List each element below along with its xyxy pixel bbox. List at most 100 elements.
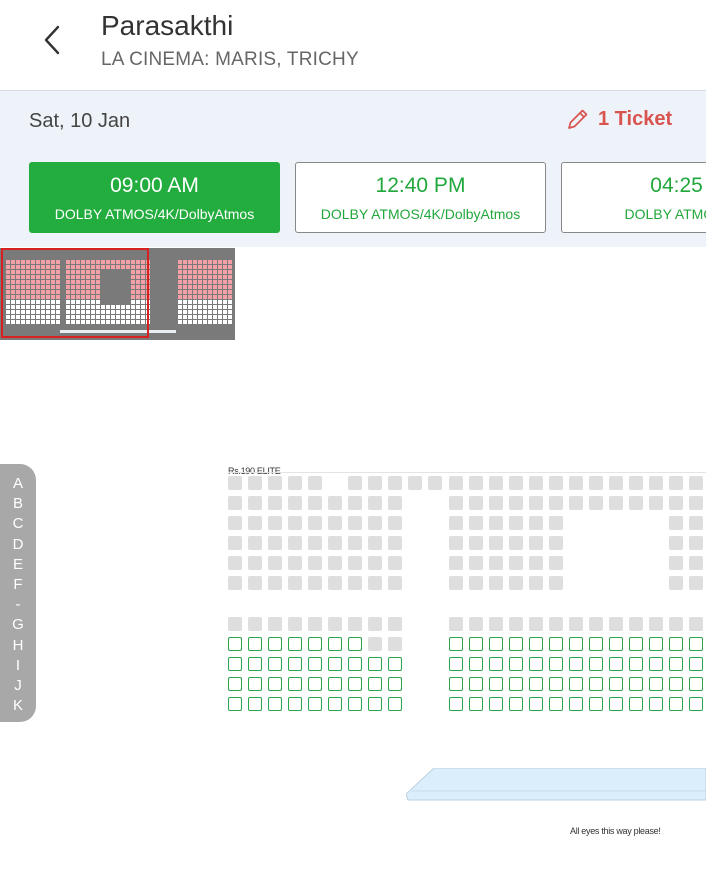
available-seat[interactable] <box>449 637 463 651</box>
seat-minimap[interactable] <box>0 248 235 340</box>
available-seat[interactable] <box>529 657 543 671</box>
available-seat[interactable] <box>248 677 262 691</box>
available-seat[interactable] <box>268 677 282 691</box>
available-seat[interactable] <box>569 697 583 711</box>
available-seat[interactable] <box>308 637 322 651</box>
available-seat[interactable] <box>368 677 382 691</box>
available-seat[interactable] <box>549 697 563 711</box>
available-seat[interactable] <box>669 697 683 711</box>
available-seat[interactable] <box>669 677 683 691</box>
available-seat[interactable] <box>609 637 623 651</box>
available-seat[interactable] <box>348 697 362 711</box>
minimap-seat <box>203 315 207 319</box>
available-seat[interactable] <box>529 697 543 711</box>
minimap-seat <box>213 285 217 289</box>
available-seat[interactable] <box>449 697 463 711</box>
available-seat[interactable] <box>268 637 282 651</box>
available-seat[interactable] <box>569 637 583 651</box>
available-seat[interactable] <box>589 677 603 691</box>
available-seat[interactable] <box>308 657 322 671</box>
available-seat[interactable] <box>529 677 543 691</box>
available-seat[interactable] <box>248 637 262 651</box>
available-seat[interactable] <box>649 637 663 651</box>
edit-ticket-count-button[interactable]: 1 Ticket <box>566 107 672 131</box>
available-seat[interactable] <box>288 677 302 691</box>
available-seat[interactable] <box>308 677 322 691</box>
available-seat[interactable] <box>228 697 242 711</box>
available-seat[interactable] <box>328 657 342 671</box>
available-seat[interactable] <box>569 677 583 691</box>
available-seat[interactable] <box>489 637 503 651</box>
showtime-card[interactable]: 09:00 AM DOLBY ATMOS/4K/DolbyAtmos <box>29 162 280 233</box>
minimap-seat <box>188 305 192 309</box>
available-seat[interactable] <box>629 637 643 651</box>
available-seat[interactable] <box>669 657 683 671</box>
available-seat[interactable] <box>609 697 623 711</box>
available-seat[interactable] <box>669 637 683 651</box>
available-seat[interactable] <box>609 657 623 671</box>
available-seat[interactable] <box>248 697 262 711</box>
minimap-viewport-frame[interactable] <box>1 248 149 338</box>
available-seat[interactable] <box>328 677 342 691</box>
available-seat[interactable] <box>649 677 663 691</box>
sold-seat <box>669 617 683 631</box>
available-seat[interactable] <box>489 657 503 671</box>
available-seat[interactable] <box>348 657 362 671</box>
available-seat[interactable] <box>689 677 703 691</box>
minimap-seat <box>193 275 197 279</box>
available-seat[interactable] <box>348 677 362 691</box>
available-seat[interactable] <box>288 697 302 711</box>
available-seat[interactable] <box>589 657 603 671</box>
available-seat[interactable] <box>509 677 523 691</box>
available-seat[interactable] <box>328 637 342 651</box>
showtime-card[interactable]: 12:40 PM DOLBY ATMOS/4K/DolbyAtmos <box>295 162 546 233</box>
available-seat[interactable] <box>328 697 342 711</box>
available-seat[interactable] <box>589 697 603 711</box>
available-seat[interactable] <box>388 677 402 691</box>
available-seat[interactable] <box>649 657 663 671</box>
minimap-seat <box>178 310 182 314</box>
available-seat[interactable] <box>228 657 242 671</box>
sold-seat <box>348 576 362 590</box>
available-seat[interactable] <box>489 697 503 711</box>
available-seat[interactable] <box>689 637 703 651</box>
available-seat[interactable] <box>509 637 523 651</box>
available-seat[interactable] <box>629 697 643 711</box>
available-seat[interactable] <box>629 657 643 671</box>
available-seat[interactable] <box>228 637 242 651</box>
available-seat[interactable] <box>388 697 402 711</box>
available-seat[interactable] <box>288 637 302 651</box>
available-seat[interactable] <box>689 697 703 711</box>
available-seat[interactable] <box>248 657 262 671</box>
showtime-card[interactable]: 04:25 P DOLBY ATMOS/4K/ <box>561 162 706 233</box>
available-seat[interactable] <box>529 637 543 651</box>
available-seat[interactable] <box>368 657 382 671</box>
available-seat[interactable] <box>469 657 483 671</box>
available-seat[interactable] <box>489 677 503 691</box>
available-seat[interactable] <box>348 637 362 651</box>
available-seat[interactable] <box>449 657 463 671</box>
available-seat[interactable] <box>268 657 282 671</box>
available-seat[interactable] <box>589 637 603 651</box>
available-seat[interactable] <box>569 657 583 671</box>
available-seat[interactable] <box>549 657 563 671</box>
available-seat[interactable] <box>268 697 282 711</box>
available-seat[interactable] <box>228 677 242 691</box>
available-seat[interactable] <box>388 657 402 671</box>
available-seat[interactable] <box>449 677 463 691</box>
available-seat[interactable] <box>509 657 523 671</box>
available-seat[interactable] <box>308 697 322 711</box>
available-seat[interactable] <box>549 677 563 691</box>
available-seat[interactable] <box>368 697 382 711</box>
available-seat[interactable] <box>288 657 302 671</box>
available-seat[interactable] <box>509 697 523 711</box>
back-button[interactable] <box>36 22 68 58</box>
available-seat[interactable] <box>469 697 483 711</box>
available-seat[interactable] <box>629 677 643 691</box>
available-seat[interactable] <box>469 677 483 691</box>
available-seat[interactable] <box>549 637 563 651</box>
available-seat[interactable] <box>469 637 483 651</box>
available-seat[interactable] <box>689 657 703 671</box>
available-seat[interactable] <box>649 697 663 711</box>
available-seat[interactable] <box>609 677 623 691</box>
